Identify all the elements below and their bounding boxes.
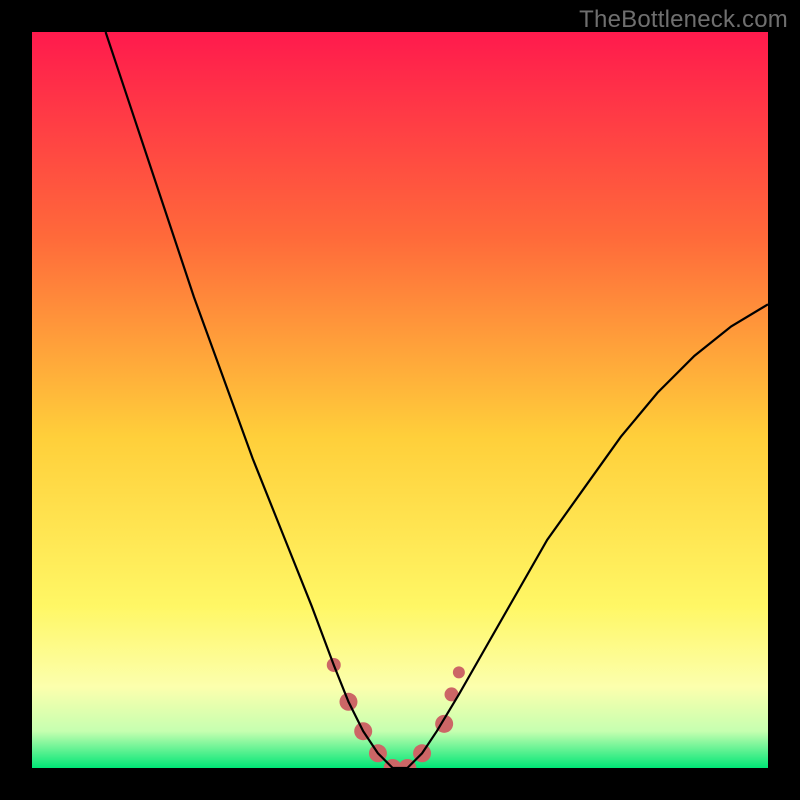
watermark-text: TheBottleneck.com [579,6,788,34]
plot-area [32,32,768,768]
chart-frame: TheBottleneck.com [0,0,800,800]
chart-svg [32,32,768,768]
trough-marker [453,666,465,678]
